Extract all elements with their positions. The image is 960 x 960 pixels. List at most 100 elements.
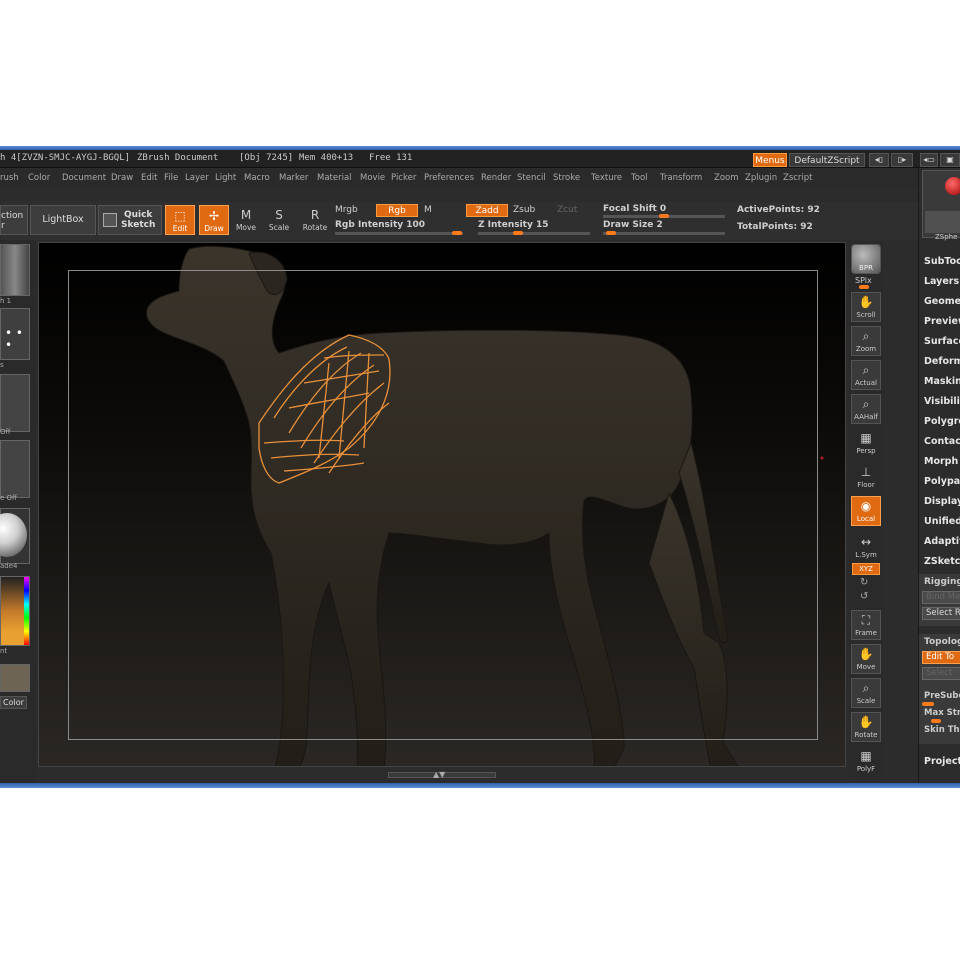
- tray-toggle-left-icon[interactable]: ◂▯: [869, 153, 889, 167]
- material-thumbnail[interactable]: [0, 508, 30, 564]
- color-picker[interactable]: [0, 576, 30, 646]
- rotate-y-icon[interactable]: ↻: [860, 577, 868, 588]
- local-button[interactable]: ◉ Local: [851, 496, 881, 526]
- bpr-button[interactable]: BPR: [851, 244, 881, 274]
- lightbox-button[interactable]: LightBox: [30, 205, 96, 235]
- draw-size-knob[interactable]: [606, 231, 616, 235]
- default-zscript-button[interactable]: DefaultZScript: [789, 153, 865, 167]
- menu-item-document[interactable]: Document: [62, 173, 106, 183]
- rotate-view-button[interactable]: ✋ Rotate: [851, 712, 881, 742]
- quick-sketch-button[interactable]: Quick Sketch: [98, 205, 162, 235]
- menu-item-light[interactable]: Light: [215, 173, 236, 183]
- scale-tool-button[interactable]: S Scale: [264, 205, 294, 235]
- menu-item-preferences[interactable]: Preferences: [424, 173, 474, 183]
- switch-color-button[interactable]: Color: [0, 696, 27, 709]
- palette-deformation[interactable]: Deform: [924, 356, 960, 367]
- menu-item-stroke[interactable]: Stroke: [553, 173, 580, 183]
- palette-morph-target[interactable]: Morph T: [924, 456, 960, 467]
- rgb-intensity-knob[interactable]: [452, 231, 462, 235]
- move-tool-button[interactable]: M Move: [231, 205, 261, 235]
- zsphere-thumbnail[interactable]: ZSphe: [922, 170, 960, 241]
- persp-button[interactable]: ▦ Persp: [851, 428, 881, 458]
- frame-button[interactable]: ⛶ Frame: [851, 610, 881, 640]
- palette-surface[interactable]: Surface: [924, 336, 960, 347]
- menu-item-material[interactable]: Material: [317, 173, 352, 183]
- palette-preview[interactable]: Preview: [924, 316, 960, 327]
- edit-topology-button[interactable]: Edit To: [922, 651, 960, 664]
- menu-item-render[interactable]: Render: [481, 173, 511, 183]
- floor-button[interactable]: ⊥ Floor: [851, 462, 881, 492]
- edit-tool-button[interactable]: ⬚ Edit: [165, 205, 195, 235]
- palette-geometry[interactable]: Geomet: [924, 296, 960, 307]
- menu-item-zoom[interactable]: Zoom: [714, 173, 739, 183]
- menu-item-stencil[interactable]: Stencil: [517, 173, 546, 183]
- menu-item-edit[interactable]: Edit: [141, 173, 157, 183]
- palette-polypaint[interactable]: Polypain: [924, 476, 960, 487]
- menu-item-zscript[interactable]: Zscript: [783, 173, 813, 183]
- spix-slider[interactable]: [859, 285, 869, 289]
- polyf-button[interactable]: ▦ PolyF: [851, 746, 881, 776]
- lsym-button[interactable]: ↔ L.Sym: [851, 532, 881, 562]
- zsub-toggle[interactable]: Zsub: [513, 205, 535, 215]
- menu-item-texture[interactable]: Texture: [591, 173, 622, 183]
- mrgb-toggle[interactable]: Mrgb: [335, 205, 358, 215]
- palette-polygroups[interactable]: Polygro: [924, 416, 960, 427]
- focal-shift-knob[interactable]: [659, 214, 669, 218]
- rotate-z-icon[interactable]: ↺: [860, 591, 868, 602]
- menus-button[interactable]: Menus: [753, 153, 787, 167]
- scale-view-button[interactable]: ⌕ Scale: [851, 678, 881, 708]
- scroll-button[interactable]: ✋ Scroll: [851, 292, 881, 322]
- palette-visibility[interactable]: Visibility: [924, 396, 960, 407]
- presubdiv-slider-label[interactable]: PreSubd: [924, 691, 960, 701]
- menu-item-movie[interactable]: Movie: [360, 173, 385, 183]
- z-intensity-slider[interactable]: [478, 232, 590, 235]
- window-restore-icon[interactable]: ▣: [940, 153, 960, 167]
- palette-subtool[interactable]: SubTool: [924, 256, 960, 267]
- menu-item-marker[interactable]: Marker: [279, 173, 308, 183]
- main-color-swatch[interactable]: [0, 664, 30, 692]
- draw-tool-button[interactable]: ✢ Draw: [199, 205, 229, 235]
- skin-thickness-slider-label[interactable]: Skin Th: [924, 725, 960, 735]
- aahalf-button[interactable]: ⌕ AAHalf: [851, 394, 881, 424]
- rotate-tool-button[interactable]: R Rotate: [300, 205, 330, 235]
- zadd-toggle[interactable]: Zadd: [466, 204, 508, 217]
- menu-item-brush[interactable]: rush: [0, 173, 19, 183]
- topology-title[interactable]: Topolog: [924, 637, 960, 647]
- palette-unified[interactable]: Unified: [924, 516, 960, 527]
- z-intensity-knob[interactable]: [513, 231, 523, 235]
- projection-master-button[interactable]: ction r: [0, 205, 28, 235]
- draw-size-slider[interactable]: [603, 232, 725, 235]
- rigging-title[interactable]: Rigging: [924, 577, 960, 587]
- menu-item-tool[interactable]: Tool: [631, 173, 648, 183]
- document-canvas[interactable]: [38, 242, 846, 767]
- menu-item-file[interactable]: File: [164, 173, 178, 183]
- palette-zsketch[interactable]: ZSketch: [924, 556, 960, 567]
- palette-display[interactable]: Display: [924, 496, 960, 507]
- menu-item-zplugin[interactable]: Zplugin: [745, 173, 777, 183]
- palette-adaptive[interactable]: Adaptive: [924, 536, 960, 547]
- stroke-thumbnail[interactable]: • • •: [0, 308, 30, 360]
- menu-item-transform[interactable]: Transform: [660, 173, 702, 183]
- presubdiv-slider[interactable]: [922, 702, 934, 706]
- actual-button[interactable]: ⌕ Actual: [851, 360, 881, 390]
- max-strip-slider-label[interactable]: Max Str: [924, 708, 960, 718]
- rgb-toggle[interactable]: Rgb: [376, 204, 418, 217]
- select-topology-button[interactable]: Select: [922, 667, 960, 680]
- select-rig-button[interactable]: Select R: [922, 607, 960, 620]
- zoom-button[interactable]: ⌕ Zoom: [851, 326, 881, 356]
- menu-item-layer[interactable]: Layer: [185, 173, 209, 183]
- menu-item-color[interactable]: Color: [28, 173, 50, 183]
- collapse-arrows-icon[interactable]: ▲▼: [433, 770, 445, 779]
- m-toggle[interactable]: M: [424, 205, 432, 215]
- menu-item-picker[interactable]: Picker: [391, 173, 416, 183]
- max-strip-slider[interactable]: [931, 719, 941, 723]
- zcut-toggle[interactable]: Zcut: [557, 205, 577, 215]
- palette-masking[interactable]: Masking: [924, 376, 960, 387]
- menu-item-draw[interactable]: Draw: [111, 173, 133, 183]
- alpha-thumbnail[interactable]: [0, 374, 30, 432]
- palette-layers[interactable]: Layers: [924, 276, 959, 287]
- bind-mesh-button[interactable]: Bind Me: [922, 591, 960, 604]
- brush-thumbnail[interactable]: [0, 244, 30, 296]
- palette-contact[interactable]: Contact: [924, 436, 960, 447]
- rgb-intensity-slider[interactable]: [335, 232, 463, 235]
